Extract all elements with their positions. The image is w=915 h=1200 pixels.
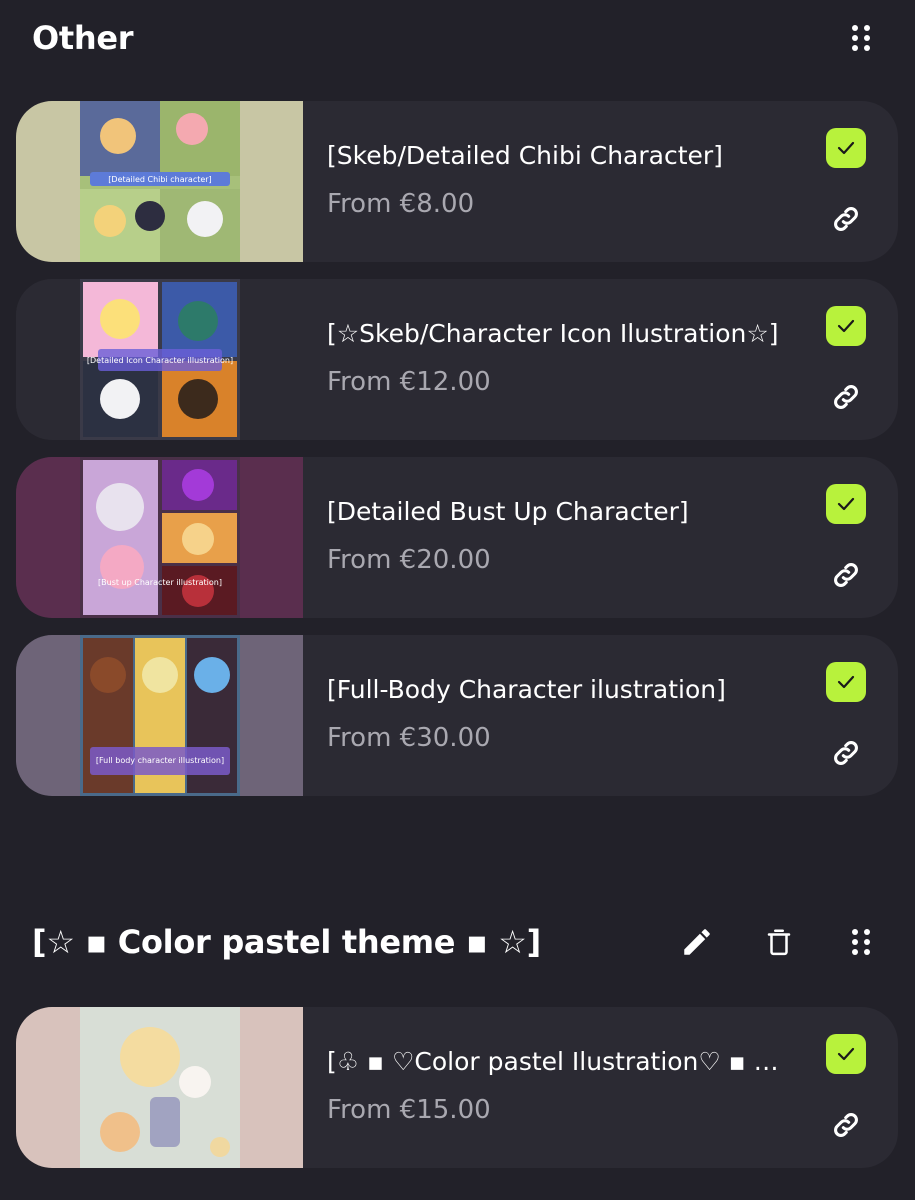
item-thumbnail: [Detailed Chibi character]: [16, 101, 303, 262]
link-icon[interactable]: [826, 733, 866, 773]
enabled-toggle[interactable]: [826, 1034, 866, 1074]
list-item[interactable]: [Full body character illustration] [Full…: [16, 635, 898, 796]
enabled-toggle[interactable]: [826, 484, 866, 524]
thumbnail-caption: [Detailed Icon Character illustration]: [87, 356, 233, 365]
section-header-other: Other: [32, 8, 891, 68]
drag-handle-icon[interactable]: [831, 912, 891, 972]
thumbnail-artwork: [Full body character illustration]: [80, 635, 240, 796]
item-price: From €20.00: [327, 545, 491, 575]
enabled-toggle[interactable]: [826, 306, 866, 346]
thumbnail-caption: [Full body character illustration]: [96, 756, 224, 765]
thumbnail-artwork: [80, 1007, 240, 1168]
item-thumbnail: [Bust up Character illustration]: [16, 457, 303, 618]
pencil-icon[interactable]: [667, 912, 727, 972]
item-price: From €8.00: [327, 189, 475, 219]
item-thumbnail: [Full body character illustration]: [16, 635, 303, 796]
item-title[interactable]: [☆Skeb/Character Icon Ilustration☆]: [327, 319, 779, 348]
link-icon[interactable]: [826, 1105, 866, 1145]
item-price: From €15.00: [327, 1095, 491, 1125]
check-icon: [837, 319, 855, 333]
enabled-toggle[interactable]: [826, 128, 866, 168]
section-title: Other: [32, 19, 134, 57]
check-icon: [837, 675, 855, 689]
trash-icon[interactable]: [749, 912, 809, 972]
thumbnail-artwork: [Detailed Icon Character illustration]: [80, 279, 240, 440]
thumbnail-caption: [Detailed Chibi character]: [108, 175, 211, 184]
section-title: [☆ ▪ Color pastel theme ▪ ☆]: [32, 923, 541, 961]
list-item[interactable]: [♧ ▪ ♡Color pastel Ilustration♡ ▪ … From…: [16, 1007, 898, 1168]
link-icon[interactable]: [826, 199, 866, 239]
section-header-color-pastel: [☆ ▪ Color pastel theme ▪ ☆]: [32, 912, 891, 972]
item-title[interactable]: [Detailed Bust Up Character]: [327, 497, 689, 526]
link-icon[interactable]: [826, 377, 866, 417]
item-thumbnail: [Detailed Icon Character illustration]: [16, 279, 303, 440]
item-price: From €30.00: [327, 723, 491, 753]
list-item[interactable]: [Detailed Chibi character] [Skeb/Detaile…: [16, 101, 898, 262]
drag-handle-icon[interactable]: [831, 8, 891, 68]
check-icon: [837, 141, 855, 155]
item-price: From €12.00: [327, 367, 491, 397]
list-item[interactable]: [Bust up Character illustration] [Detail…: [16, 457, 898, 618]
thumbnail-artwork: [Detailed Chibi character]: [80, 101, 240, 262]
item-title[interactable]: [♧ ▪ ♡Color pastel Ilustration♡ ▪ …: [327, 1047, 779, 1076]
item-title[interactable]: [Skeb/Detailed Chibi Character]: [327, 141, 723, 170]
enabled-toggle[interactable]: [826, 662, 866, 702]
item-title[interactable]: [Full-Body Character ilustration]: [327, 675, 726, 704]
item-thumbnail: [16, 1007, 303, 1168]
list-item[interactable]: [Detailed Icon Character illustration] […: [16, 279, 898, 440]
thumbnail-artwork: [Bust up Character illustration]: [80, 457, 240, 618]
link-icon[interactable]: [826, 555, 866, 595]
check-icon: [837, 1047, 855, 1061]
check-icon: [837, 497, 855, 511]
thumbnail-caption: [Bust up Character illustration]: [98, 578, 222, 587]
